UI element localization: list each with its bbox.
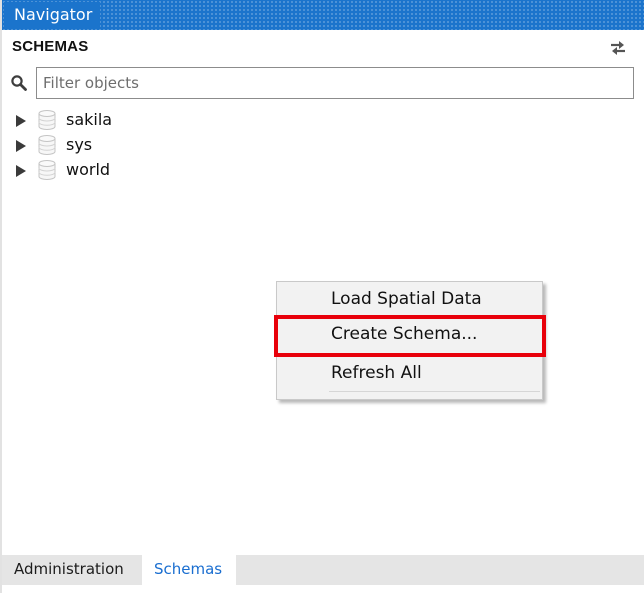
database-icon	[36, 159, 58, 181]
schema-item-world[interactable]: world	[2, 158, 644, 183]
schema-item-sys[interactable]: sys	[2, 133, 644, 158]
schema-item-sakila[interactable]: sakila	[2, 108, 644, 133]
navigator-tabbar: Administration Schemas	[2, 555, 644, 585]
expand-arrow-icon[interactable]	[14, 113, 28, 127]
schema-label: sakila	[66, 110, 113, 129]
menu-separator	[329, 391, 540, 392]
filter-objects-input[interactable]	[36, 67, 634, 99]
bottom-strip	[2, 585, 644, 593]
schema-tree: sakila sys world	[2, 108, 644, 183]
tab-schemas[interactable]: Schemas	[142, 555, 236, 585]
expand-arrow-icon[interactable]	[14, 163, 28, 177]
expand-arrow-icon[interactable]	[14, 138, 28, 152]
schema-label: sys	[66, 135, 93, 154]
navigator-panel: Navigator SCHEMAS Filter objects sakila …	[0, 0, 644, 593]
create-schema-highlight	[274, 315, 546, 357]
schemas-heading: SCHEMAS	[12, 38, 89, 55]
filter-row	[2, 66, 644, 100]
menu-item-refresh-all[interactable]: Refresh All	[277, 357, 542, 389]
navigator-title: Navigator	[4, 2, 101, 28]
navigator-titlebar: Navigator	[2, 0, 644, 30]
menu-item-load-spatial-data[interactable]: Load Spatial Data	[277, 283, 542, 315]
database-icon	[36, 134, 58, 156]
schema-label: world	[66, 160, 111, 179]
database-icon	[36, 109, 58, 131]
search-icon	[10, 74, 28, 92]
tab-administration[interactable]: Administration	[2, 555, 136, 585]
refresh-icon[interactable]	[608, 38, 628, 58]
